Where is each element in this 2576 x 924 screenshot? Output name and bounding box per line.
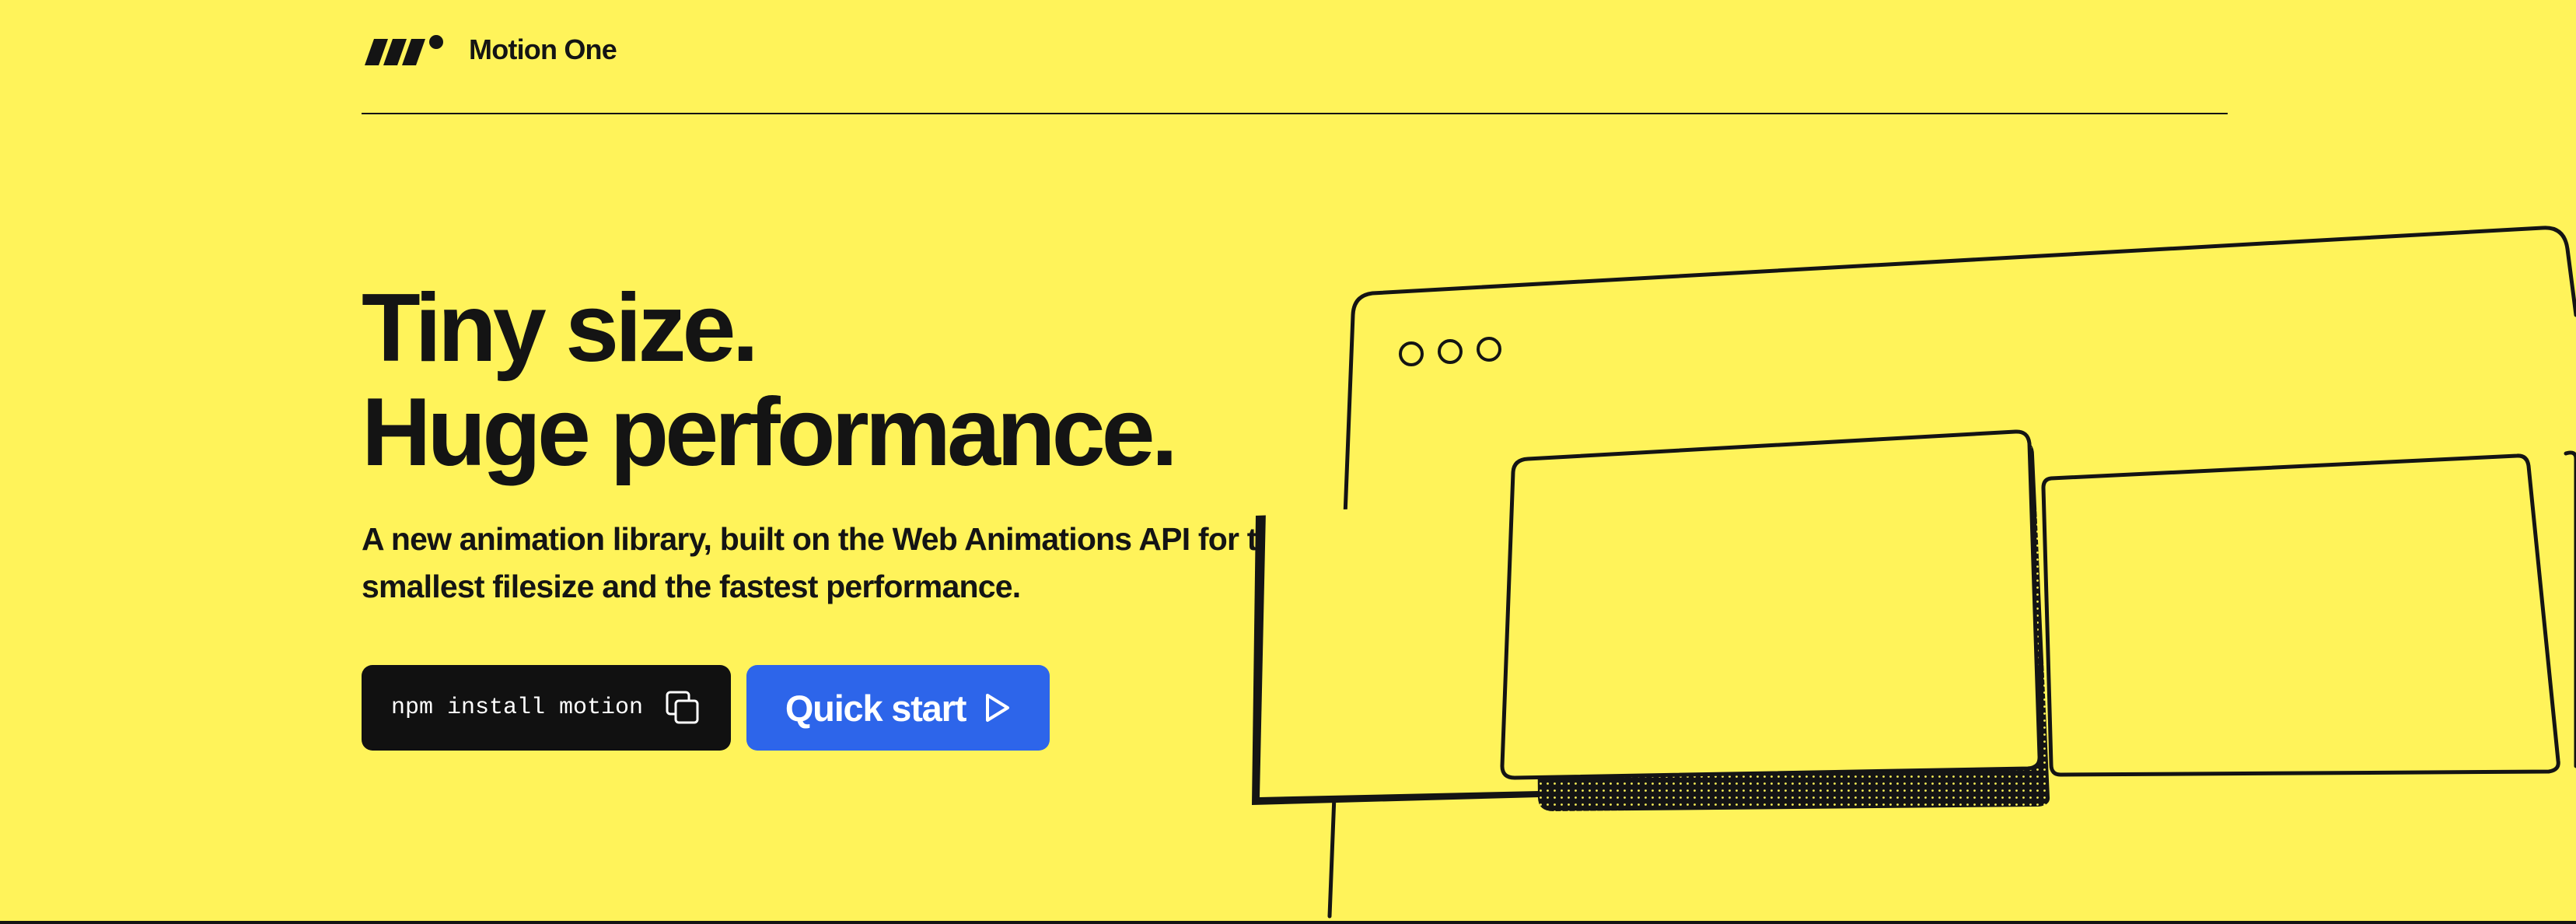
hero-section: Tiny size. Huge performance. A new anima… <box>362 276 1326 642</box>
animated-card-tertiary-edge <box>2564 450 2576 768</box>
motion-one-logo-icon[interactable] <box>362 30 452 70</box>
browser-window-illustration <box>1252 226 2576 919</box>
window-control-dot-2 <box>1438 339 1463 364</box>
hero-title-line-1: Tiny size. <box>362 275 759 382</box>
hero-subtitle: A new animation library, built on the We… <box>362 521 1294 604</box>
hero-title-line-2: Huge performance. <box>362 379 1178 486</box>
hero-actions: npm install motion Quick start <box>362 665 1050 751</box>
window-control-dot-1 <box>1399 341 1424 366</box>
animated-card-primary <box>1500 429 2042 780</box>
motion-trail-highlight <box>1260 506 1540 797</box>
brand-name[interactable]: Motion One <box>469 33 617 66</box>
copy-icon[interactable] <box>664 689 701 726</box>
install-command-text: npm install motion <box>391 695 644 721</box>
header-divider <box>362 113 2228 114</box>
hero-title: Tiny size. Huge performance. <box>362 276 1326 485</box>
quick-start-button[interactable]: Quick start <box>746 665 1050 751</box>
play-icon <box>986 694 1010 722</box>
install-command-button[interactable]: npm install motion <box>362 665 731 751</box>
quick-start-label: Quick start <box>785 687 967 729</box>
window-control-dot-3 <box>1477 337 1501 362</box>
animated-card-secondary <box>2041 453 2560 777</box>
site-header: Motion One <box>362 30 2228 70</box>
bottom-divider <box>0 921 2576 924</box>
